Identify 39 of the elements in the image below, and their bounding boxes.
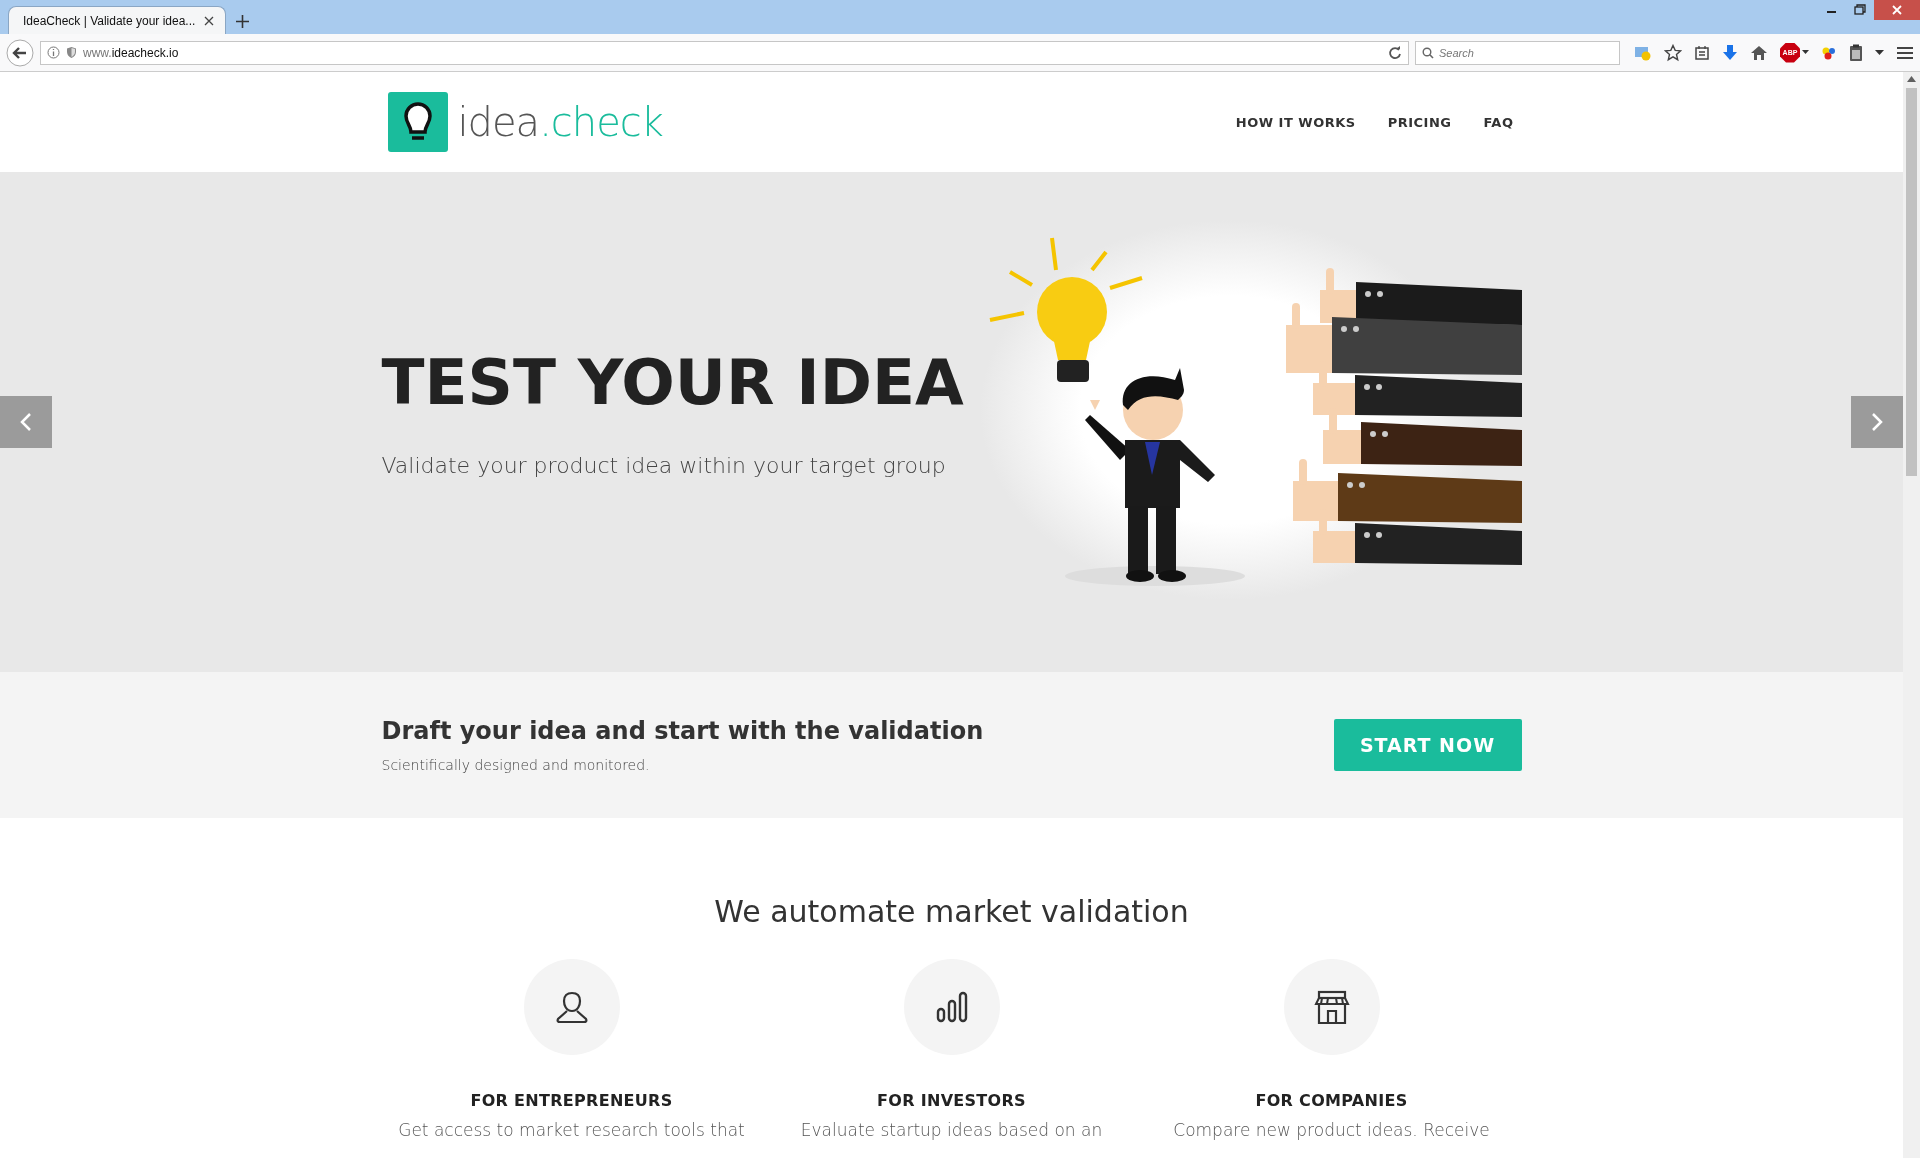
scrollbar-thumb[interactable] xyxy=(1906,88,1917,476)
cta-heading: Draft your idea and start with the validation xyxy=(381,717,984,745)
caret-icon[interactable] xyxy=(1875,50,1884,55)
bookmark-star-icon[interactable] xyxy=(1664,43,1682,62)
back-icon[interactable] xyxy=(6,38,34,67)
feature-description: Compare new product ideas. Receive xyxy=(1173,1120,1490,1140)
download-icon[interactable] xyxy=(1722,43,1738,62)
menu-icon[interactable] xyxy=(1896,45,1914,60)
home-icon[interactable] xyxy=(1750,44,1768,61)
browser-tab[interactable]: IdeaCheck | Validate your idea... xyxy=(8,6,226,34)
section-heading: We automate market validation xyxy=(713,894,1190,929)
hero-title: TEST YOUR IDEA xyxy=(381,346,964,419)
close-icon[interactable] xyxy=(203,14,215,27)
nav-link[interactable]: PRICING xyxy=(1387,114,1452,130)
feature-title: FOR ENTREPRENEURS xyxy=(470,1091,673,1110)
new-tab-icon[interactable] xyxy=(236,15,249,28)
reload-icon[interactable] xyxy=(1388,45,1402,60)
feature-title: FOR INVESTORS xyxy=(877,1091,1026,1110)
cta-subtext: Scientifically designed and monitored. xyxy=(381,757,651,773)
search-icon xyxy=(1422,46,1434,59)
nav-link[interactable]: FAQ xyxy=(1483,114,1514,130)
lightbulb-logo-icon[interactable] xyxy=(387,92,448,152)
address-field[interactable]: www.ideacheck.io xyxy=(40,40,1409,65)
clipboard-icon[interactable] xyxy=(1849,43,1863,62)
scroll-up-icon[interactable] xyxy=(1907,76,1916,82)
logo-text[interactable]: idea.check xyxy=(457,99,663,145)
caret-icon xyxy=(1802,50,1809,55)
feature-description: Evaluate startup ideas based on an xyxy=(800,1120,1103,1140)
hero-subtitle: Validate your product idea within your target group xyxy=(381,453,947,478)
nav-link[interactable]: HOW IT WORKS xyxy=(1235,114,1356,130)
chevron-right-icon xyxy=(1871,412,1883,432)
close-window-icon[interactable] xyxy=(1874,0,1920,20)
reading-list-icon[interactable] xyxy=(1694,44,1710,61)
feature-title: FOR COMPANIES xyxy=(1255,1091,1408,1110)
info-icon[interactable] xyxy=(47,46,60,59)
shield-icon xyxy=(66,46,77,59)
feature-description: Get access to market research tools that xyxy=(398,1120,745,1140)
search-field[interactable]: Search xyxy=(1415,40,1620,65)
chevron-left-icon xyxy=(20,412,32,432)
